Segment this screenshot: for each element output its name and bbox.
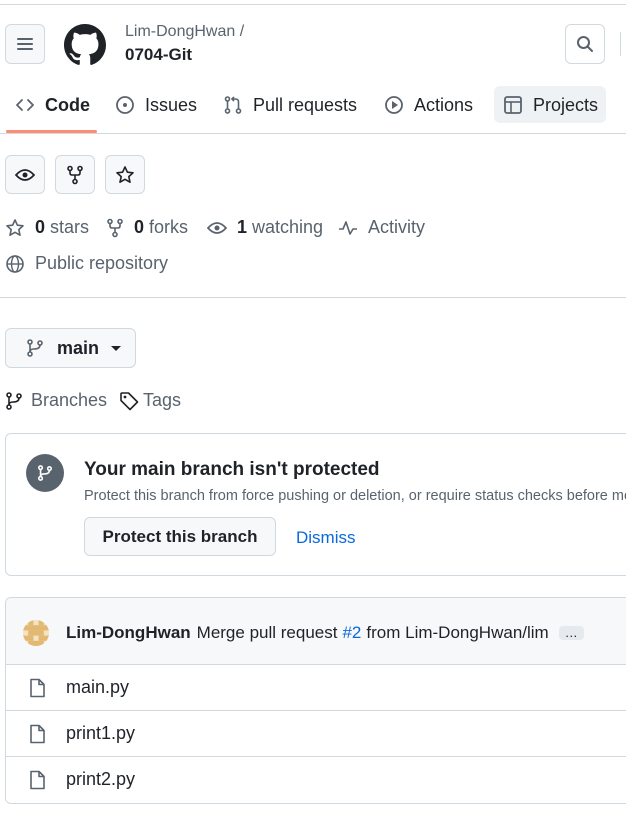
activity-label: Activity xyxy=(368,217,426,237)
tab-label: Code xyxy=(45,94,90,115)
commit-expand-button[interactable]: … xyxy=(558,626,584,640)
visibility-label: Public repository xyxy=(35,253,169,273)
issue-icon xyxy=(116,96,134,114)
tab-label: Projects xyxy=(533,94,599,115)
branches-link[interactable]: Branches xyxy=(5,390,107,411)
watching-label: watching xyxy=(252,217,324,237)
tab-label: Pull requests xyxy=(253,94,358,115)
top-border xyxy=(0,4,626,5)
play-icon xyxy=(385,96,403,114)
tab-pull-requests[interactable]: Pull requests xyxy=(223,90,357,120)
tab-label: Issues xyxy=(145,94,198,115)
caret-down-icon xyxy=(111,346,122,351)
branch-icon xyxy=(6,391,22,410)
search-button[interactable] xyxy=(565,24,605,64)
header-divider xyxy=(620,32,621,56)
tab-code[interactable]: Code xyxy=(15,90,90,120)
section-divider xyxy=(0,297,626,298)
code-icon xyxy=(16,99,34,111)
branches-label: Branches xyxy=(31,390,108,410)
tag-icon xyxy=(120,391,139,410)
avatar[interactable] xyxy=(23,620,49,646)
file-icon xyxy=(30,724,45,743)
branch-icon xyxy=(27,339,43,357)
star-icon xyxy=(6,218,24,236)
forks-link[interactable]: 0 forks xyxy=(106,217,188,238)
pull-request-icon xyxy=(224,96,242,114)
tab-label: Actions xyxy=(414,94,474,115)
tab-actions[interactable]: Actions xyxy=(384,90,473,120)
file-name[interactable]: print2.py xyxy=(66,769,135,790)
forks-count: 0 xyxy=(134,217,145,237)
file-row[interactable]: print2.py xyxy=(6,756,626,802)
hamburger-icon xyxy=(17,38,33,50)
fork-icon xyxy=(107,218,123,237)
repo-name-link[interactable]: 0704-Git xyxy=(125,45,192,65)
branch-select-button[interactable]: main xyxy=(5,328,136,368)
banner-title: Your main branch isn't protected xyxy=(84,459,380,480)
banner-description: Protect this branch from force pushing o… xyxy=(84,488,626,504)
protect-branch-banner: Your main branch isn't protected Protect… xyxy=(5,433,626,576)
commit-pr-link[interactable]: #2 xyxy=(342,623,361,643)
github-logo-icon[interactable] xyxy=(64,24,106,66)
file-name[interactable]: print1.py xyxy=(66,723,135,744)
file-row[interactable]: print1.py xyxy=(6,710,626,756)
menu-button[interactable] xyxy=(5,24,45,64)
dismiss-link[interactable]: Dismiss xyxy=(296,528,356,548)
commit-message-prefix[interactable]: Merge pull request xyxy=(197,623,338,643)
watching-link[interactable]: 1 watching xyxy=(207,217,323,238)
stars-count: 0 xyxy=(35,217,46,237)
eye-icon xyxy=(207,221,227,234)
tab-issues[interactable]: Issues xyxy=(115,90,197,120)
tags-link[interactable]: Tags xyxy=(119,390,181,411)
file-icon xyxy=(30,678,45,697)
star-button[interactable] xyxy=(105,155,145,194)
forks-label: forks xyxy=(149,217,189,237)
protect-branch-button[interactable]: Protect this branch xyxy=(84,517,276,556)
watching-count: 1 xyxy=(237,217,248,237)
file-name[interactable]: main.py xyxy=(66,677,129,698)
commit-author[interactable]: Lim-DongHwan xyxy=(66,623,191,643)
file-icon xyxy=(30,770,45,789)
watch-button[interactable] xyxy=(5,155,45,194)
activity-link[interactable]: Activity xyxy=(338,217,425,238)
fork-button[interactable] xyxy=(55,155,95,194)
globe-icon xyxy=(6,254,24,273)
file-row[interactable]: main.py xyxy=(6,664,626,710)
search-icon xyxy=(577,36,593,52)
tabs-divider xyxy=(0,133,626,134)
branch-name: main xyxy=(57,337,100,358)
tab-projects[interactable]: Projects xyxy=(503,90,598,120)
fork-icon xyxy=(67,165,83,184)
stars-link[interactable]: 0 stars xyxy=(5,217,89,238)
pulse-icon xyxy=(339,220,357,235)
file-browser: Lim-DongHwan Merge pull request #2 from … xyxy=(5,597,626,804)
commit-line: Lim-DongHwan Merge pull request #2 from … xyxy=(66,623,584,643)
eye-icon xyxy=(15,168,35,181)
table-icon xyxy=(504,96,522,114)
branch-badge-icon xyxy=(26,454,64,492)
tags-label: Tags xyxy=(143,390,182,410)
commit-message-suffix[interactable]: from Lim-DongHwan/lim xyxy=(366,623,548,643)
repo-owner-link[interactable]: Lim-DongHwan / xyxy=(125,23,244,41)
star-icon xyxy=(116,165,134,183)
visibility-info: Public repository xyxy=(5,253,168,274)
stars-label: stars xyxy=(50,217,90,237)
